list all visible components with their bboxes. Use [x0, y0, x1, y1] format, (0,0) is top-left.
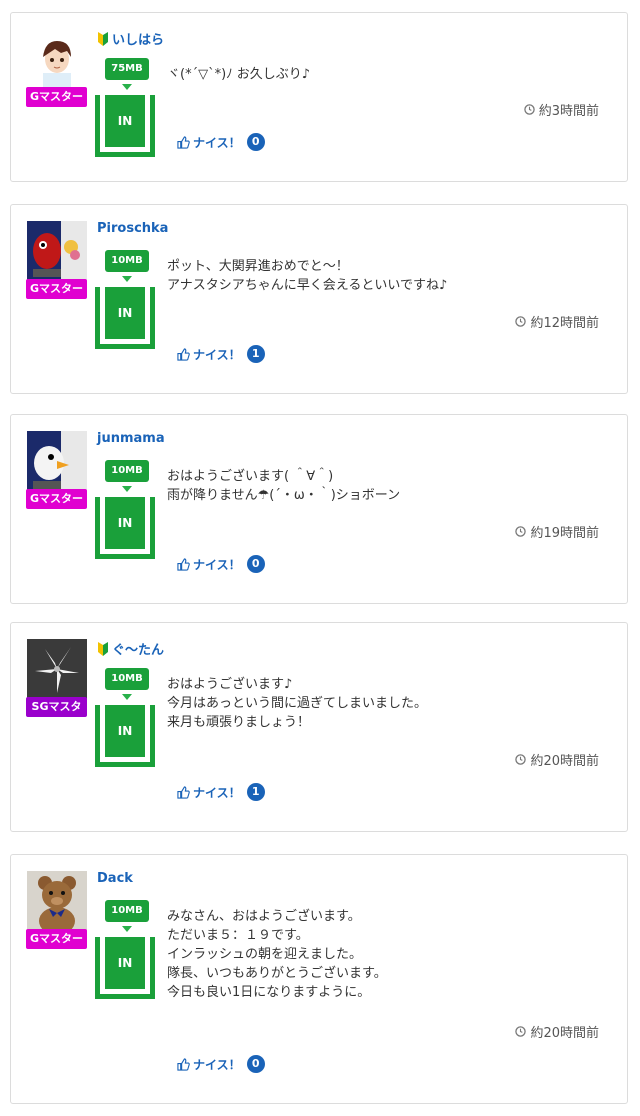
toy-bird-icon [27, 431, 87, 491]
in-label: IN [105, 497, 145, 549]
time-text: 約19時間前 [530, 526, 599, 541]
nice-count: 1 [246, 345, 265, 363]
teddy-bear-icon [27, 871, 87, 931]
beginner-mark-icon [98, 641, 108, 656]
user-name[interactable]: いしはら [112, 29, 164, 48]
in-label: IN [105, 937, 145, 989]
in-gauge: IN [95, 497, 155, 559]
post-time: 約19時間前 [515, 522, 599, 541]
down-arrow-icon [122, 926, 132, 932]
clock-icon [515, 1026, 527, 1037]
in-gauge: IN [95, 287, 155, 349]
down-arrow-icon [122, 694, 132, 700]
post-message: おはようございます♪ 今月はあっという間に過ぎてしまいました。 来月も頑張りまし… [167, 677, 428, 730]
clock-icon [515, 316, 527, 327]
post-message: ヾ(*´▽`*)ﾉ お久しぶり♪ [167, 67, 311, 82]
avatar[interactable] [27, 221, 87, 281]
nice-label[interactable]: ナイス！ [193, 556, 241, 573]
down-arrow-icon [122, 84, 132, 90]
data-size-badge: 75MB [105, 58, 149, 80]
nice-button[interactable]: ナイス！ 0 [177, 1055, 265, 1073]
nice-count: 1 [246, 783, 265, 801]
rank-badge: Gマスター [26, 489, 87, 509]
user-name-link[interactable]: いしはら [97, 29, 164, 48]
nice-button[interactable]: ナイス！ 1 [177, 783, 265, 801]
down-arrow-icon [122, 486, 132, 492]
post-message: みなさん、おはようございます。 ただいま５：１９です。 インラッシュの朝を迎えま… [167, 909, 387, 1000]
post-card: Gマスター Dack 10MB IN みなさん、おはようございます。 ただいま５… [10, 854, 628, 1104]
post-card: Gマスター Piroschka 10MB IN ポット、大関昇進おめでと～！ ア… [10, 204, 628, 394]
nice-button[interactable]: ナイス！ 1 [177, 345, 265, 363]
user-name-link[interactable]: junmama [97, 431, 165, 446]
nice-count: 0 [246, 133, 265, 151]
nice-label[interactable]: ナイス！ [193, 784, 241, 801]
rank-badge: Gマスター [26, 929, 87, 949]
in-label: IN [105, 287, 145, 339]
nice-button[interactable]: ナイス！ 0 [177, 555, 265, 573]
avatar[interactable] [27, 29, 87, 89]
avatar[interactable] [27, 639, 87, 699]
clock-icon [523, 104, 535, 115]
nice-label[interactable]: ナイス！ [193, 134, 241, 151]
thumbs-up-icon [177, 347, 190, 361]
user-name[interactable]: junmama [97, 431, 165, 446]
clock-icon [515, 526, 527, 537]
user-name[interactable]: ぐ～たん [112, 639, 164, 658]
toy-bird-icon [27, 221, 87, 281]
in-label: IN [105, 95, 145, 147]
in-gauge: IN [95, 705, 155, 767]
time-text: 約20時間前 [530, 754, 599, 769]
nice-label[interactable]: ナイス！ [193, 1056, 241, 1073]
down-arrow-icon [122, 276, 132, 282]
post-time: 約20時間前 [515, 750, 599, 769]
post-time: 約3時間前 [523, 100, 599, 119]
thumbs-up-icon [177, 557, 190, 571]
post-card: Gマスター junmama 10MB IN おはようございます( ＾∀＾) 雨が… [10, 414, 628, 604]
post-message: ポット、大関昇進おめでと～！ アナスタシアちゃんに早く会えるといいですね♪ [167, 259, 448, 293]
data-size-badge: 10MB [105, 900, 149, 922]
post-card: SGマスタ ぐ～たん 10MB IN おはようございます♪ 今月はあっという間に… [10, 622, 628, 832]
user-name-link[interactable]: Piroschka [97, 221, 168, 236]
lily-flower-icon [27, 639, 87, 699]
beginner-mark-icon [98, 31, 108, 46]
post-time: 約12時間前 [515, 312, 599, 331]
nice-label[interactable]: ナイス！ [193, 346, 241, 363]
avatar[interactable] [27, 431, 87, 491]
clock-icon [515, 754, 527, 765]
in-gauge: IN [95, 937, 155, 999]
data-size-badge: 10MB [105, 668, 149, 690]
avatar[interactable] [27, 871, 87, 931]
rank-badge: Gマスター [26, 87, 87, 107]
rank-badge: Gマスター [26, 279, 87, 299]
thumbs-up-icon [177, 135, 190, 149]
time-text: 約12時間前 [530, 316, 599, 331]
rank-badge: SGマスタ [26, 697, 87, 717]
thumbs-up-icon [177, 785, 190, 799]
user-name[interactable]: Dack [97, 871, 133, 886]
user-name[interactable]: Piroschka [97, 221, 168, 236]
nice-count: 0 [246, 1055, 265, 1073]
post-message: おはようございます( ＾∀＾) 雨が降りません☂(´・ω・｀)ショボーン [167, 469, 401, 503]
time-text: 約3時間前 [538, 104, 599, 119]
in-label: IN [105, 705, 145, 757]
thumbs-up-icon [177, 1057, 190, 1071]
boy-icon [27, 29, 87, 89]
post-card: Gマスター いしはら 75MB IN ヾ(*´▽`*)ﾉ お久しぶり♪ 約3時間… [10, 12, 628, 182]
data-size-badge: 10MB [105, 250, 149, 272]
nice-count: 0 [246, 555, 265, 573]
data-size-badge: 10MB [105, 460, 149, 482]
user-name-link[interactable]: Dack [97, 871, 133, 886]
post-time: 約20時間前 [515, 1022, 599, 1041]
user-name-link[interactable]: ぐ～たん [97, 639, 164, 658]
time-text: 約20時間前 [530, 1026, 599, 1041]
in-gauge: IN [95, 95, 155, 157]
nice-button[interactable]: ナイス！ 0 [177, 133, 265, 151]
